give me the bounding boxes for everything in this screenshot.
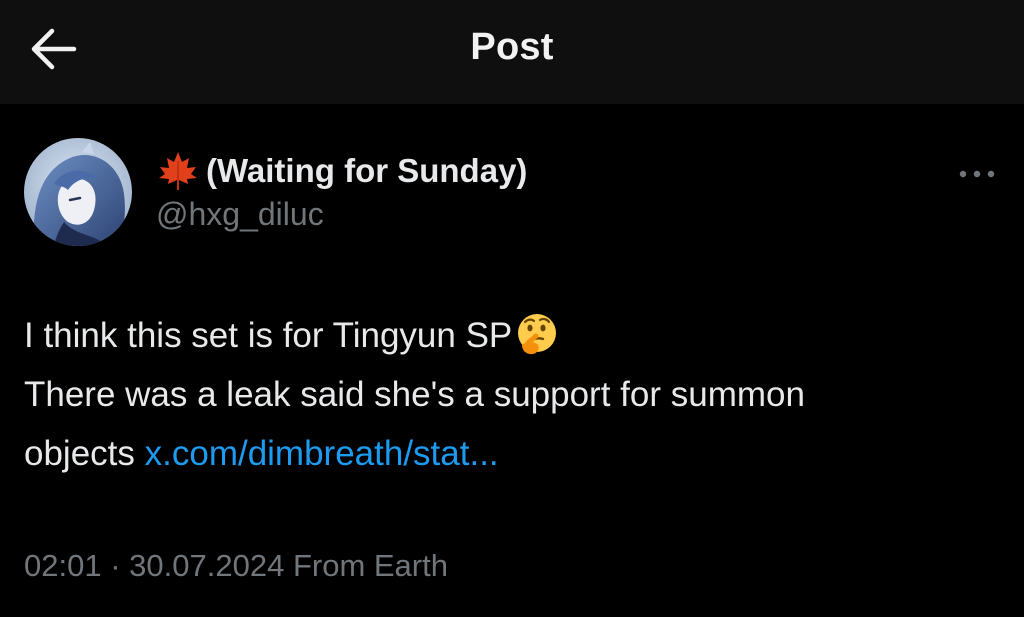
- post-text-line-3: objects x.com/dimbreath/stat...: [24, 434, 499, 473]
- post-source: From Earth: [292, 548, 448, 583]
- page-title: Post: [470, 26, 554, 68]
- post-link[interactable]: x.com/dimbreath/stat...: [145, 434, 499, 473]
- more-horizontal-icon: [959, 170, 995, 178]
- post-text-line-1: I think this set is for Tingyun SP: [24, 306, 999, 365]
- meta-separator: ·: [110, 548, 121, 583]
- post-date[interactable]: 30.07.2024: [129, 548, 284, 583]
- more-options-button[interactable]: [952, 160, 1002, 188]
- post-meta: 02:01 · 30.07.2024 From Earth: [24, 548, 448, 584]
- author-display-name: (Waiting for Sunday): [206, 152, 528, 189]
- post-time[interactable]: 02:01: [24, 548, 102, 583]
- thinking-face-icon: [514, 311, 560, 357]
- post-text: I think this set is for Tingyun SP There…: [24, 306, 999, 483]
- author-handle[interactable]: @hxg_diluc: [156, 196, 324, 233]
- post-text-line-2: There was a leak said she's a support fo…: [24, 375, 805, 414]
- maple-leaf-icon: [156, 149, 200, 193]
- avatar[interactable]: [24, 138, 132, 246]
- top-bar: Post: [0, 0, 1024, 104]
- author-name-row[interactable]: (Waiting for Sunday): [156, 146, 527, 196]
